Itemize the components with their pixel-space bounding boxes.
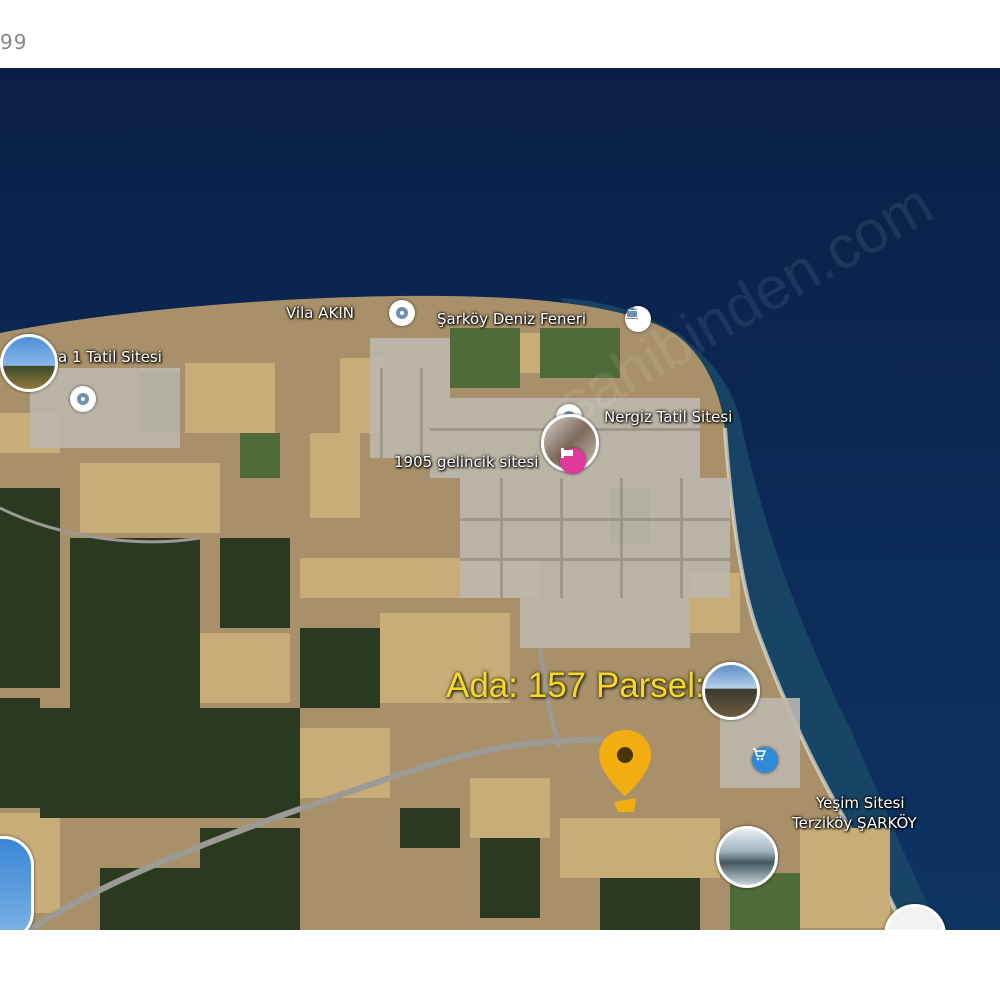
place-pin-icon[interactable]	[70, 386, 96, 412]
place-photo-thumbnail[interactable]	[716, 826, 778, 888]
place-photo-thumbnail[interactable]	[702, 662, 760, 720]
parcel-marker-icon[interactable]	[596, 728, 654, 818]
place-label-nergiz[interactable]: Nergiz Tatil Sitesi	[604, 408, 732, 426]
place-label-tatil-sitesi[interactable]: a 1 Tatil Sitesi	[58, 348, 162, 366]
museum-icon[interactable]	[625, 306, 651, 332]
place-label-gelincik[interactable]: 1905 gelincik sitesi	[394, 453, 538, 471]
place-label-deniz-feneri[interactable]: Şarköy Deniz Feneri	[437, 310, 586, 328]
satellite-map[interactable]: sahibinden.com Vila AKIN Şarköy Deniz Fe…	[0, 68, 1000, 930]
cropped-header-text: 99	[0, 30, 28, 54]
place-label-vila-akin[interactable]: Vila AKIN	[286, 304, 354, 322]
place-label-yesim-2[interactable]: Terziköy ŞARKÖY	[792, 814, 917, 832]
place-photo-thumbnail[interactable]	[0, 334, 58, 392]
place-pin-icon[interactable]	[389, 300, 415, 326]
lodging-icon[interactable]	[560, 448, 586, 474]
shopping-cart-icon[interactable]	[752, 747, 778, 773]
parcel-label: Ada: 157 Parsel: 4	[446, 666, 734, 705]
place-label-yesim-1[interactable]: Yeşim Sitesi	[816, 794, 905, 812]
place-photo-thumbnail[interactable]	[0, 836, 34, 930]
